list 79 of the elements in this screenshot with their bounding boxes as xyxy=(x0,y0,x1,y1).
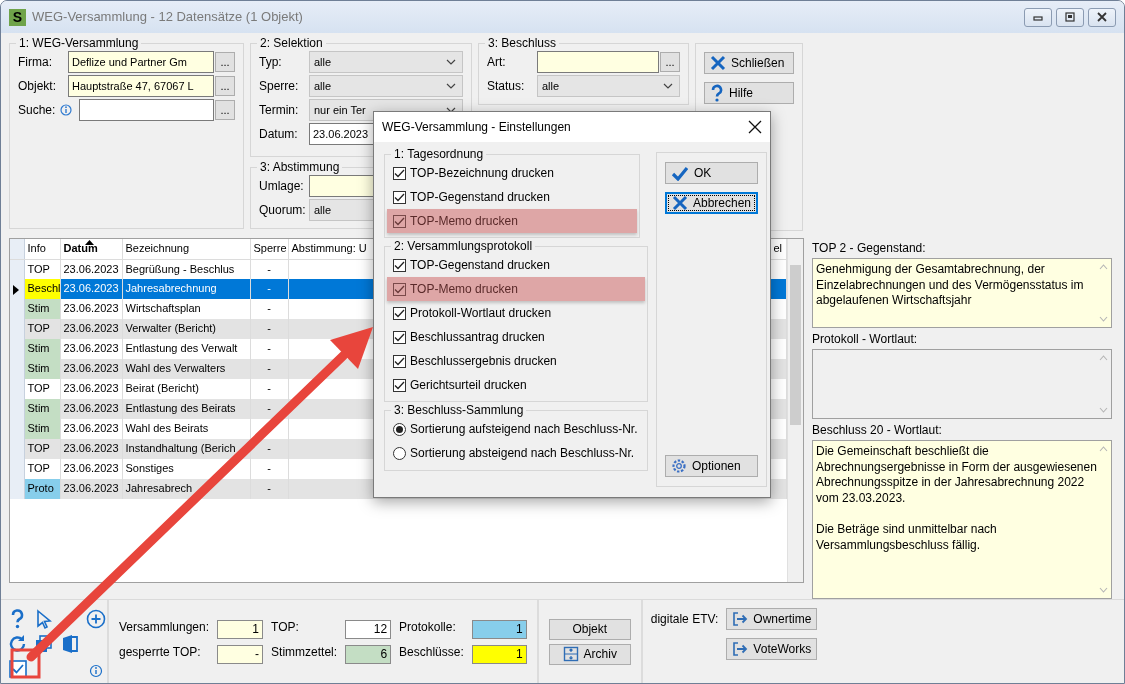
field-label: Termin: xyxy=(259,103,300,118)
table-cell: Stim xyxy=(24,419,60,439)
stat-label: TOP: xyxy=(271,619,300,636)
field-label: Umlage: xyxy=(259,179,305,194)
option-label: Protokoll-Wortlaut drucken xyxy=(410,306,552,321)
option-label: TOP-Memo drucken xyxy=(410,282,518,297)
memo-label: Protokoll - Wortlaut: xyxy=(812,332,919,348)
table-cell: Stim xyxy=(24,299,60,319)
table-cell: Instandhaltung (Berich xyxy=(122,439,250,459)
group-title: 2: Versammlungsprotokoll xyxy=(393,240,534,254)
memo-label: TOP 2 - Gegenstand: xyxy=(812,241,927,257)
dropdown-value: alle xyxy=(314,55,332,69)
option-label: TOP-Gegenstand drucken xyxy=(410,258,550,273)
table-cell: - xyxy=(250,479,288,499)
dropdown-value: alle xyxy=(542,79,560,93)
group-title: 1: Tagesordnung xyxy=(393,148,485,162)
etv-label: digitale ETV: xyxy=(650,611,719,628)
table-cell: 23.06.2023 xyxy=(60,399,122,419)
count-field: 1 xyxy=(471,619,527,639)
group-title: 3: Beschluss-Sammlung xyxy=(393,404,525,418)
group-title: 1: WEG-Versammlung xyxy=(18,37,140,51)
table-cell: Jahresabrech xyxy=(122,479,250,499)
dialog-title: WEG-Versammlung - Einstellungen xyxy=(382,119,571,135)
memo-text: Genehmigung der Gesamtabrechnung, der Einzelabrechnungen und des Vermögensstatus im abgelaufenen Wirtschaftsjahr xyxy=(816,262,1085,310)
stat-label: Stimmzettel: xyxy=(271,644,338,661)
table-cell: Stim xyxy=(24,339,60,359)
table-cell: TOP xyxy=(24,439,60,459)
option-label: TOP-Bezeichnung drucken xyxy=(410,166,554,181)
table-cell: - xyxy=(250,439,288,459)
memo-text: Die Gemeinschaft beschließt die Abrechnungsergebnisse in Form der ausgewiesenen Abrechnungsspitze in der Jahresabrechnung 2022 vom 23.03.2023. Die Beträge sind unmittelbar nach Versammlungsbeschluss fällig. xyxy=(816,444,1097,554)
table-cell: Proto xyxy=(24,479,60,499)
table-cell: Stim xyxy=(24,359,60,379)
dropdown-value: alle xyxy=(314,79,332,93)
table-cell: - xyxy=(250,319,288,339)
field-label: Status: xyxy=(487,79,526,94)
table-cell: - xyxy=(250,359,288,379)
table-cell: - xyxy=(250,279,288,299)
field-label: Sperre: xyxy=(259,79,300,94)
table-cell: 23.06.2023 xyxy=(60,279,122,299)
option-label: Sortierung absteigend nach Beschluss-Nr. xyxy=(410,446,635,461)
table-cell: 23.06.2023 xyxy=(60,359,122,379)
table-cell: Entlastung des Beirats xyxy=(122,399,250,419)
table-cell: 23.06.2023 xyxy=(60,479,122,499)
table-cell: Jahresabrechnung xyxy=(122,279,250,299)
table-cell: 23.06.2023 xyxy=(60,319,122,339)
stat-label: Beschlüsse: xyxy=(399,644,464,661)
group-title: 3: Beschluss xyxy=(487,37,558,51)
group-title: 3: Abstimmung xyxy=(259,161,341,175)
option-label: Gerichtsurteil drucken xyxy=(410,378,527,393)
count-field: 1 xyxy=(217,619,264,639)
stat-label: Protokolle: xyxy=(399,619,457,636)
field-label: Firma: xyxy=(18,55,53,70)
dropdown-value: alle xyxy=(314,203,332,217)
window-title: WEG-Versammlung - 12 Datensätze (1 Objekt) xyxy=(32,9,303,25)
stat-label: gesperrte TOP: xyxy=(119,644,202,661)
stat-label: Versammlungen: xyxy=(119,619,210,636)
field-label: Datum: xyxy=(259,127,299,142)
field-label: Quorum: xyxy=(259,203,307,218)
field-label: Objekt: xyxy=(18,79,57,94)
field-label: Art: xyxy=(487,55,507,70)
table-cell: Verwalter (Bericht) xyxy=(122,319,250,339)
count-field: 6 xyxy=(345,644,392,664)
table-cell: Stim xyxy=(24,399,60,419)
option-label: Sortierung aufsteigend nach Beschluss-Nr. xyxy=(410,422,638,437)
memo-label: Beschluss 20 - Wortlaut: xyxy=(812,423,943,439)
count-field: 1 xyxy=(471,644,527,664)
count-field: - xyxy=(217,644,264,664)
option-label: TOP-Gegenstand drucken xyxy=(410,190,550,205)
table-cell: 23.06.2023 xyxy=(60,439,122,459)
group-title: 2: Selektion xyxy=(259,37,324,51)
table-cell: Wahl des Verwalters xyxy=(122,359,250,379)
dropdown-value: nur ein Ter xyxy=(314,103,366,117)
field-label: Suche: xyxy=(18,103,56,118)
option-label: TOP-Memo drucken xyxy=(410,214,518,229)
field-label: Typ: xyxy=(259,55,283,70)
table-cell: - xyxy=(250,399,288,419)
count-field: 12 xyxy=(345,619,392,639)
app-logo: S xyxy=(9,8,26,26)
table-cell: Beschl xyxy=(24,279,60,299)
